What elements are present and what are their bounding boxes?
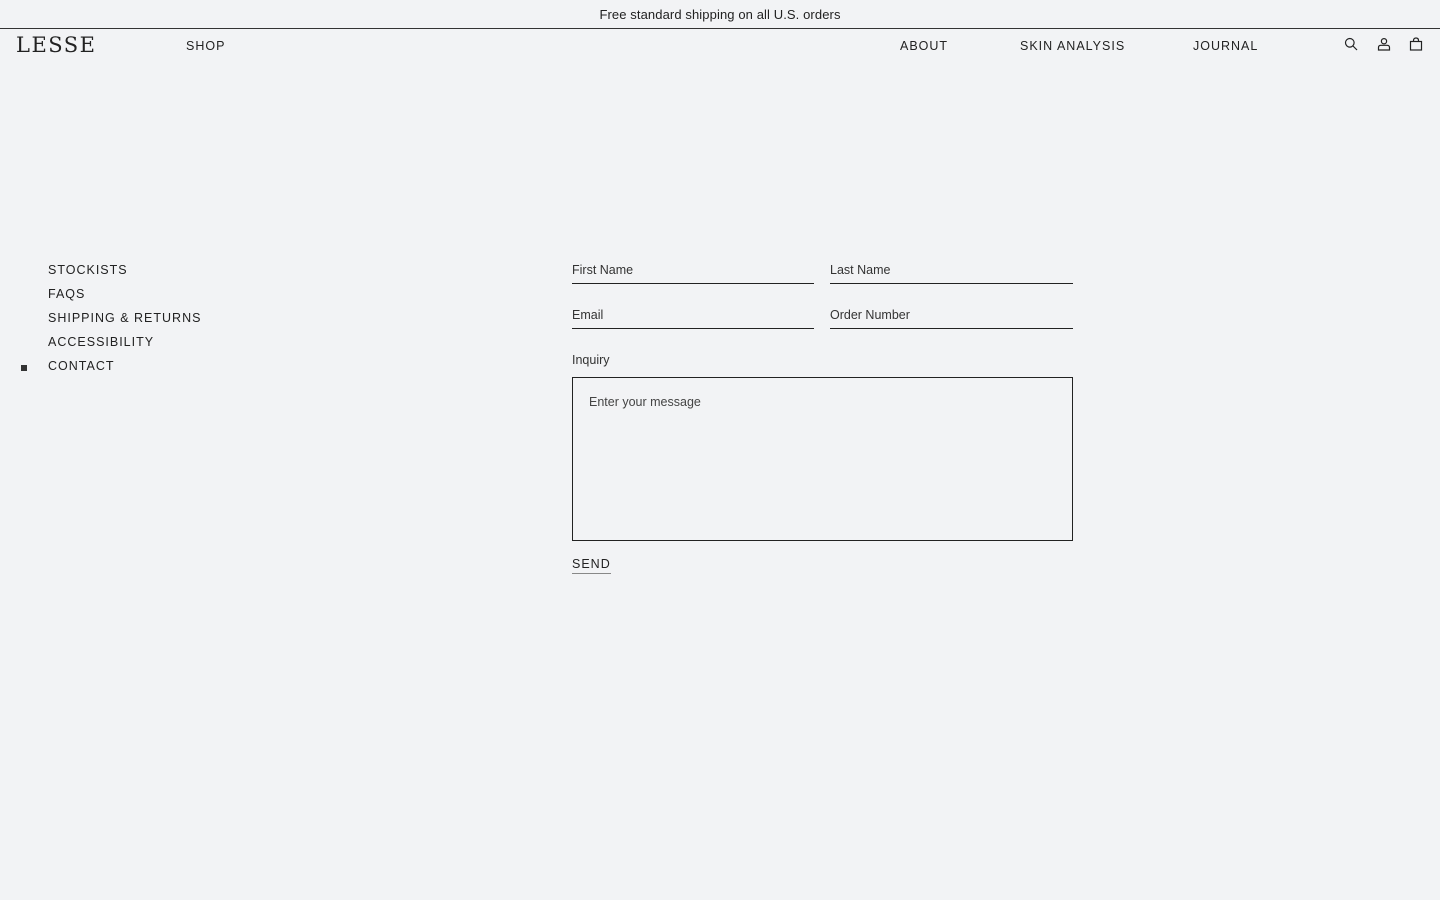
active-indicator: [21, 365, 27, 371]
nav-about[interactable]: ABOUT: [900, 39, 948, 53]
sidebar-item-contact[interactable]: CONTACT: [48, 359, 201, 383]
announcement-text: Free standard shipping on all U.S. order…: [599, 6, 841, 22]
first-name-input[interactable]: [572, 262, 814, 283]
sidebar-item-faqs[interactable]: FAQS: [48, 287, 201, 311]
site-header: LESSE SHOP ABOUT SKIN ANALYSIS JOURNAL: [0, 29, 1440, 63]
brand-logo[interactable]: LESSE: [16, 33, 97, 57]
last-name-input[interactable]: [830, 262, 1073, 283]
inquiry-textarea[interactable]: [572, 377, 1073, 541]
order-number-field: [830, 307, 1073, 329]
inquiry-label: Inquiry: [572, 353, 610, 367]
nav-skin-analysis[interactable]: SKIN ANALYSIS: [1020, 39, 1125, 53]
last-name-field: [830, 262, 1073, 284]
search-icon[interactable]: [1344, 37, 1360, 53]
sidebar-item-shipping-returns[interactable]: SHIPPING & RETURNS: [48, 311, 201, 335]
sidebar-nav: STOCKISTS FAQS SHIPPING & RETURNS ACCESS…: [48, 263, 201, 383]
sidebar-item-accessibility[interactable]: ACCESSIBILITY: [48, 335, 201, 359]
announcement-bar: Free standard shipping on all U.S. order…: [0, 0, 1440, 29]
send-button[interactable]: SEND: [572, 557, 611, 574]
email-input[interactable]: [572, 307, 814, 328]
sidebar-item-stockists[interactable]: STOCKISTS: [48, 263, 201, 287]
email-field: [572, 307, 814, 329]
nav-shop[interactable]: SHOP: [186, 39, 225, 53]
order-number-input[interactable]: [830, 307, 1073, 328]
first-name-field: [572, 262, 814, 284]
bag-icon[interactable]: [1409, 37, 1425, 53]
nav-journal[interactable]: JOURNAL: [1193, 39, 1258, 53]
account-icon[interactable]: [1377, 37, 1393, 53]
